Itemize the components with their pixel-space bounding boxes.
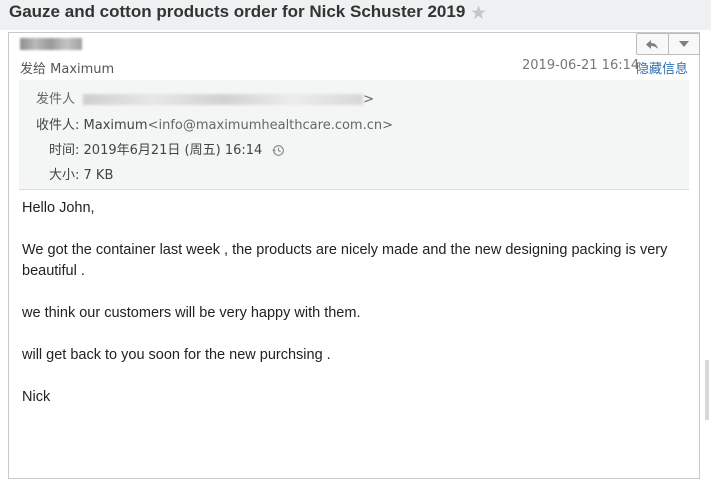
size-row: 大小: 7 KB [49, 164, 113, 183]
subject-bar: Gauze and cotton products order for Nick… [0, 0, 711, 30]
reply-button[interactable] [637, 34, 668, 54]
sender-name-redacted [20, 38, 82, 50]
time-label: 时间: [49, 143, 80, 158]
to-value[interactable]: Maximum [84, 118, 148, 133]
star-icon[interactable]: ★ [470, 2, 487, 24]
reply-menu-button[interactable] [667, 34, 700, 54]
time-row: 时间: 2019年6月21日 (周五) 16:14 [49, 139, 285, 158]
from-label: 发件人 [36, 92, 76, 107]
body-signature: Nick [22, 389, 51, 405]
time-value: 2019年6月21日 (周五) 16:14 [83, 143, 263, 158]
from-address-redacted [83, 94, 364, 105]
chevron-down-icon [678, 40, 689, 47]
size-value: 7 KB [83, 168, 114, 183]
body-paragraph: we think our customers will be very happ… [22, 305, 361, 321]
body-paragraph: We got the container last week , the pro… [22, 242, 668, 279]
size-label: 大小: [49, 168, 80, 183]
clock-history-icon[interactable] [272, 144, 285, 157]
hide-details-link[interactable]: 隐藏信息 [636, 58, 688, 77]
body-paragraph: will get back to you soon for the new pu… [22, 347, 331, 363]
from-row: 发件人 > [36, 92, 375, 107]
to-name[interactable]: Maximum [50, 62, 114, 77]
to-email[interactable]: <info@maximumhealthcare.com.cn> [148, 118, 393, 133]
to-row: 收件人: Maximum<info@maximumhealthcare.com.… [36, 114, 393, 133]
email-panel: 发给 Maximum 2019-06-21 16:14 隐藏信息 发件人 > 收… [8, 32, 700, 479]
scrollbar-thumb[interactable] [705, 360, 709, 420]
to-prefix: 发给 [20, 62, 47, 77]
body-greeting: Hello John, [22, 200, 95, 216]
email-subject: Gauze and cotton products order for Nick… [9, 2, 466, 21]
email-details-panel: 发件人 > 收件人: Maximum<info@maximumhealthcar… [19, 80, 689, 190]
to-label: 收件人: [36, 118, 80, 133]
recipient-summary: 发给 Maximum [20, 58, 114, 77]
reply-icon [646, 39, 659, 49]
reply-button-group [636, 33, 700, 55]
email-datetime: 2019-06-21 16:14 [522, 58, 640, 73]
email-body: Hello John, We got the container last we… [22, 198, 687, 408]
